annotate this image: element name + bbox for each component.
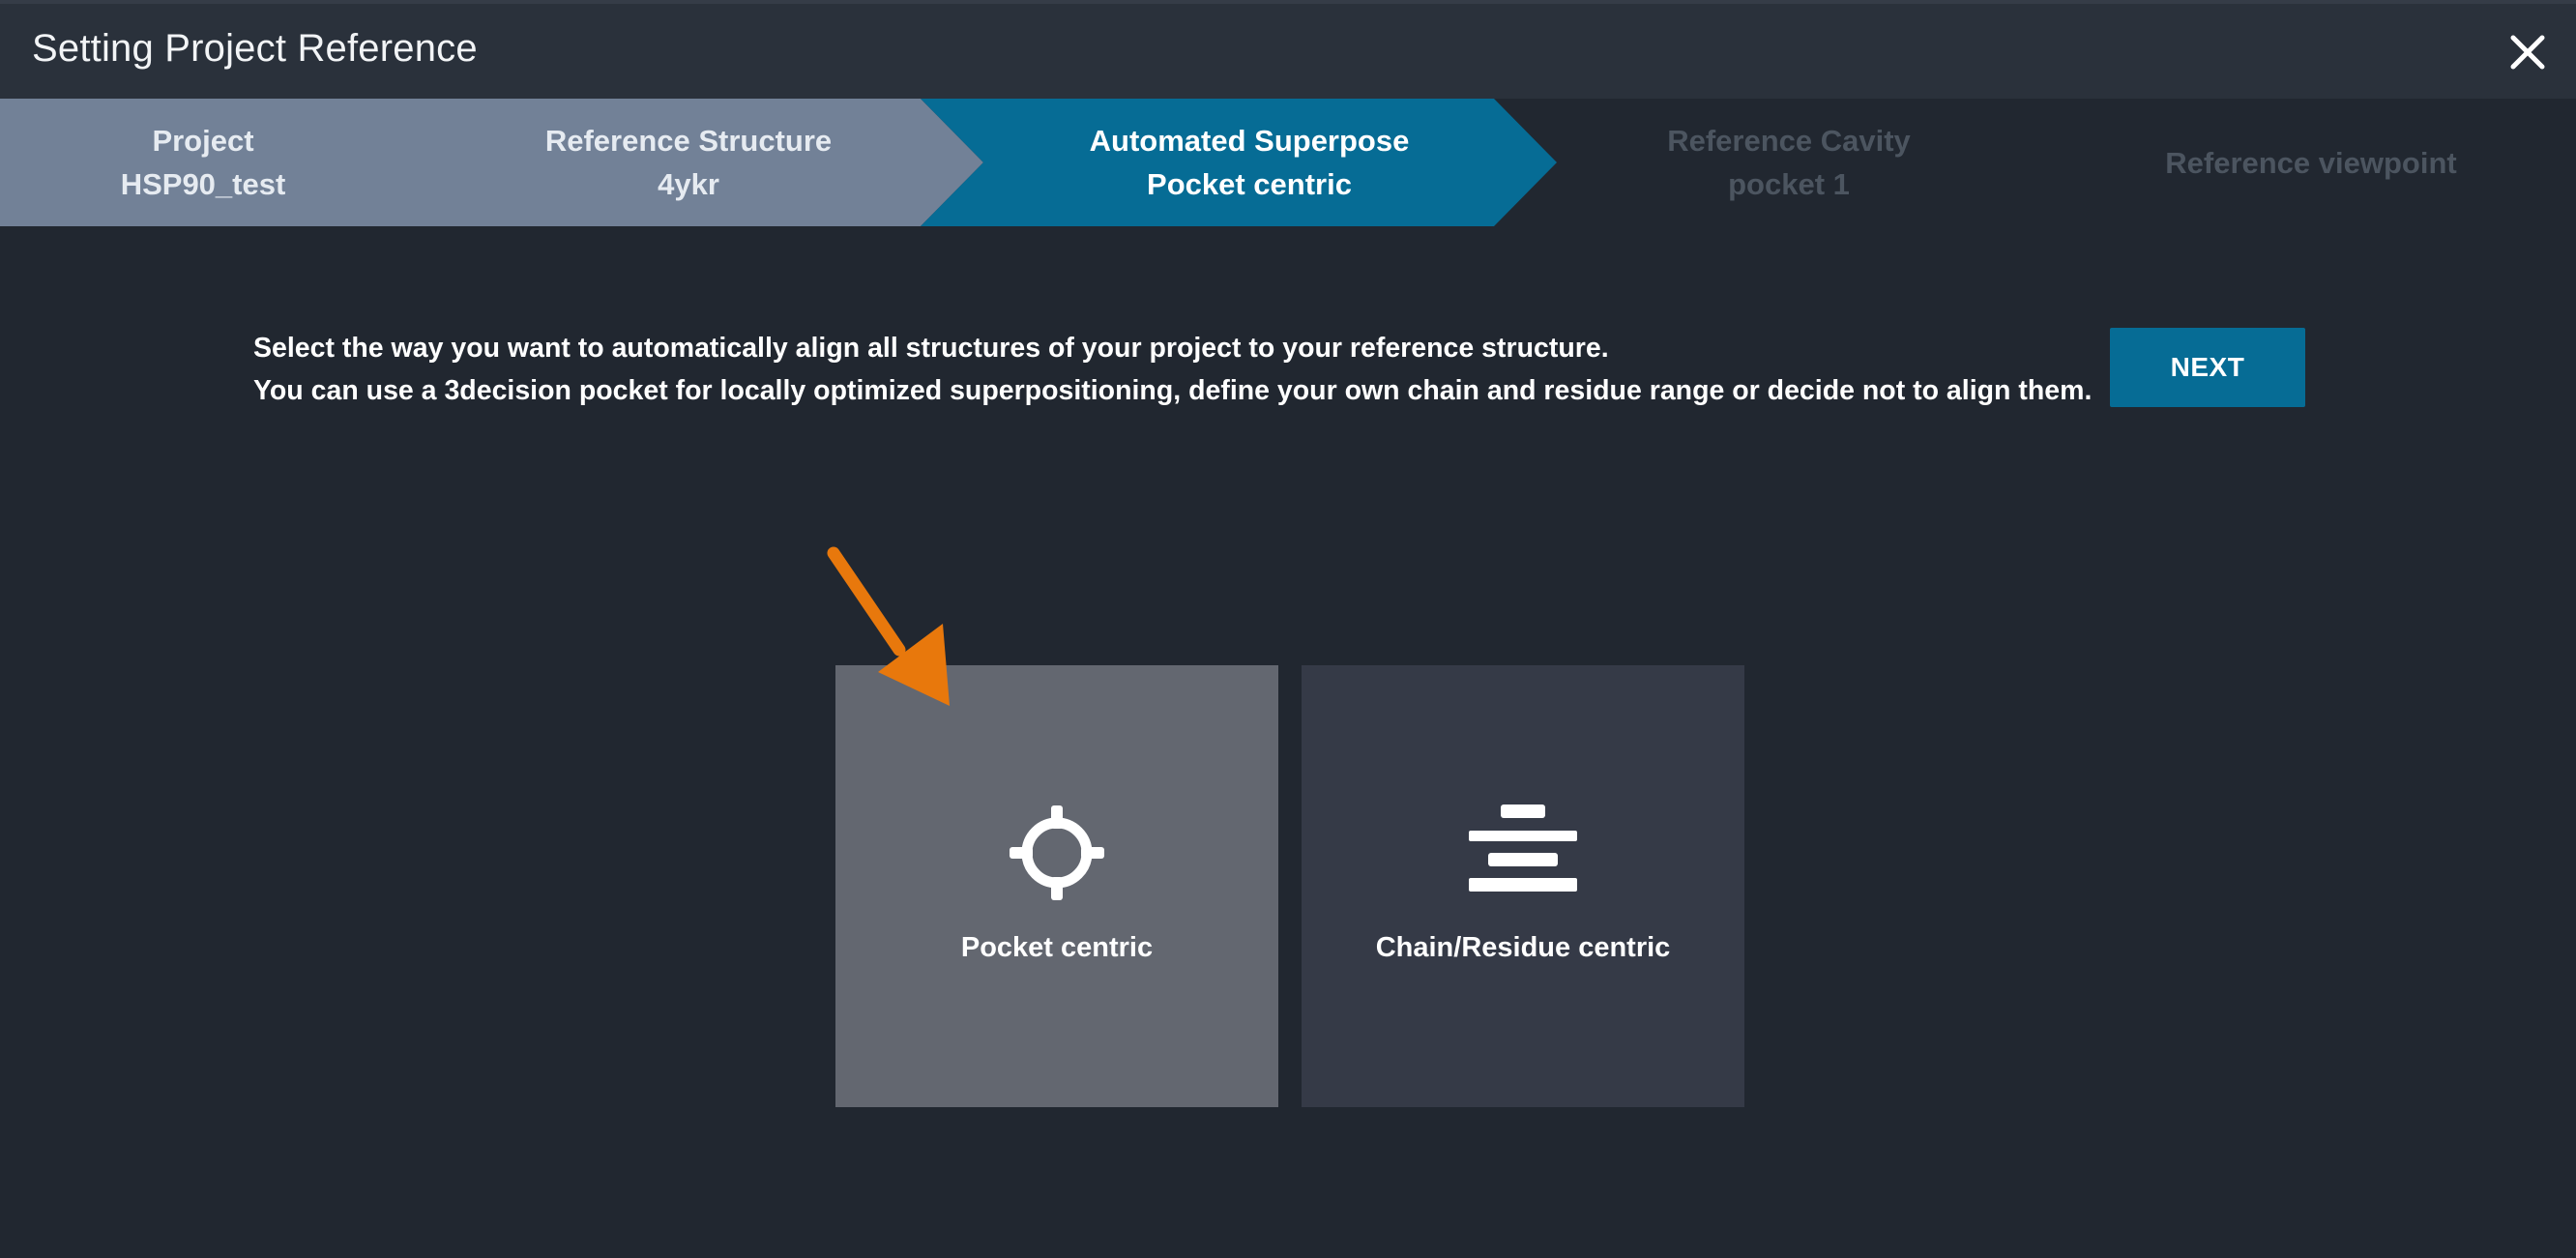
close-icon — [2510, 35, 2545, 70]
option-pocket-centric-label: Pocket centric — [960, 932, 1154, 963]
stepper: Project HSP90_test Reference Structure 4… — [0, 99, 2576, 226]
instructions-line-1: Select the way you want to automatically… — [253, 333, 1609, 364]
step-reference-cavity-name: Reference Cavity — [1667, 124, 1911, 158]
next-button[interactable]: NEXT — [2110, 328, 2305, 407]
step-reference-structure[interactable]: Reference Structure 4ykr — [406, 99, 971, 226]
step-project-value: HSP90_test — [120, 167, 286, 201]
stacked-bars-icon — [1469, 805, 1577, 892]
step-automated-superpose[interactable]: Automated Superpose Pocket centric — [983, 99, 1515, 226]
option-chain-residue-centric[interactable]: Chain/Residue centric — [1302, 665, 1744, 1107]
step-reference-cavity[interactable]: Reference Cavity pocket 1 — [1557, 99, 2021, 226]
step-project-name: Project — [152, 124, 254, 158]
orange-arrow-annotation — [827, 546, 950, 706]
instructions-text: Select the way you want to automatically… — [253, 327, 2092, 412]
dialog-title: Setting Project Reference — [32, 27, 478, 70]
dialog-titlebar: Setting Project Reference — [0, 0, 2576, 99]
step-automated-superpose-value: Pocket centric — [1147, 167, 1352, 201]
step-reference-viewpoint[interactable]: Reference viewpoint — [2021, 99, 2576, 226]
step-reference-cavity-value: pocket 1 — [1728, 167, 1850, 201]
step-reference-viewpoint-name: Reference viewpoint — [2165, 145, 2457, 180]
setting-project-reference-dialog: Setting Project Reference Project HSP90_… — [0, 0, 2576, 1258]
step-reference-structure-value: 4ykr — [658, 167, 719, 201]
close-button[interactable] — [2501, 25, 2555, 79]
crosshair-icon — [1010, 805, 1104, 900]
instructions-line-2: You can use a 3decision pocket for local… — [253, 375, 2093, 406]
option-pocket-centric[interactable]: Pocket centric — [835, 665, 1278, 1107]
option-chain-residue-centric-label: Chain/Residue centric — [1375, 932, 1671, 963]
step-reference-structure-name: Reference Structure — [544, 124, 833, 158]
step-automated-superpose-name: Automated Superpose — [1089, 124, 1410, 158]
step-project[interactable]: Project HSP90_test — [0, 99, 406, 226]
